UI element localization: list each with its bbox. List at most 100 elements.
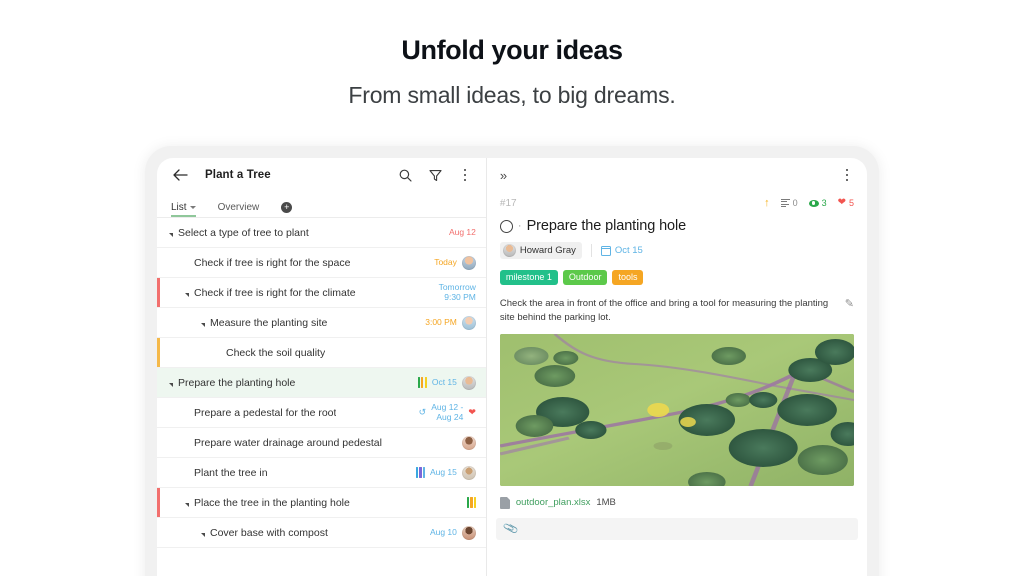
comment-lines-icon [780, 198, 790, 208]
detail-more-options-icon[interactable] [840, 168, 854, 183]
table-row[interactable]: Cover base with compost Aug 10 [157, 518, 486, 548]
task-title[interactable]: Prepare the planting hole [527, 218, 687, 234]
calendar-icon [600, 245, 612, 256]
table-row[interactable]: Plant the tree in Aug 15 [157, 458, 486, 488]
list-header-actions [398, 168, 472, 183]
task-id: #17 [499, 197, 517, 209]
task-row-label: Plant the tree in [194, 466, 268, 479]
back-icon[interactable] [171, 166, 189, 184]
task-row-date: Aug 10 [429, 526, 457, 537]
table-row[interactable]: Prepare a pedestal for the root ↺ Aug 12 -… [157, 398, 486, 428]
watchers-counter[interactable]: 3 [808, 198, 827, 208]
table-row[interactable]: Check if tree is right for the climate To… [157, 278, 486, 308]
tab-overview-label: Overview [217, 202, 260, 213]
tab-list[interactable]: List [171, 202, 196, 217]
task-row-label: Prepare a pedestal for the root [194, 406, 337, 419]
tab-list-label: List [171, 202, 187, 213]
task-row-meta: Oct 15 [417, 375, 476, 390]
likes-counter[interactable]: ❤ 5 [838, 198, 854, 209]
task-row-label: Check if tree is right for the climate [194, 286, 356, 299]
avatar [461, 525, 476, 540]
collapse-triangle-icon[interactable] [169, 382, 173, 387]
table-row[interactable]: Select a type of tree to plant Aug 12 [157, 218, 486, 248]
task-description-row: Check the area in front of the office an… [487, 285, 867, 325]
project-title: Plant a Tree [205, 169, 271, 181]
attachment-file-row[interactable]: outdoor_plan.xlsx 1MB [487, 486, 867, 509]
paperclip-icon[interactable]: 📎 [502, 520, 519, 537]
task-row-meta: Tomorrow 9:30 PM [438, 281, 476, 303]
assignee-chip[interactable]: Howard Gray [499, 242, 582, 259]
collapse-triangle-icon[interactable] [201, 532, 205, 537]
collapse-panel-icon[interactable]: » [500, 169, 507, 182]
collapse-triangle-icon[interactable] [201, 322, 205, 327]
priority-indicator[interactable]: ↑ [764, 197, 770, 209]
task-attachment-photo[interactable] [499, 333, 854, 486]
title-separator: · [517, 220, 522, 232]
divider [590, 244, 592, 257]
attachment-file-name[interactable]: outdoor_plan.xlsx [516, 497, 590, 508]
due-date-chip[interactable]: Oct 15 [600, 245, 643, 256]
task-row-date: Aug 15 [429, 466, 457, 477]
table-row[interactable]: Measure the planting site 3:00 PM [157, 308, 486, 338]
tablet-frame: Plant a Tree List Overview + Select a ty… [145, 146, 879, 576]
task-row-label: Check the soil quality [226, 346, 326, 359]
aerial-park-photo [499, 333, 854, 486]
task-tag[interactable]: milestone 1 [499, 270, 558, 285]
task-row-date: Oct 15 [431, 376, 457, 387]
hero-section: Unfold your ideas From small ideas, to b… [0, 0, 1024, 109]
task-row-meta [466, 497, 476, 508]
task-detail-pane: » #17 ↑ 0 3 ❤ 5 · Prepare the planting h… [486, 158, 867, 576]
more-options-icon[interactable] [458, 168, 472, 183]
task-row-label: Select a type of tree to plant [178, 226, 309, 239]
collapse-triangle-icon[interactable] [185, 502, 189, 507]
list-header: Plant a Tree [157, 158, 486, 192]
filter-icon[interactable] [428, 168, 443, 183]
task-row-date: Tomorrow 9:30 PM [438, 281, 476, 302]
table-row[interactable]: Check if tree is right for the space Toda… [157, 248, 486, 278]
progress-bars-icon [417, 377, 427, 388]
task-row-meta: 3:00 PM [425, 315, 476, 330]
assignee-name: Howard Gray [519, 245, 576, 256]
table-row[interactable]: Check the soil quality [157, 338, 486, 368]
edit-icon[interactable]: ✎ [845, 297, 854, 325]
avatar [461, 255, 476, 270]
page-root: Unfold your ideas From small ideas, to b… [0, 0, 1024, 576]
status-edge-marker [157, 338, 160, 367]
task-row-meta: Aug 15 [416, 465, 476, 480]
search-icon[interactable] [398, 168, 413, 183]
table-row[interactable]: Prepare water drainage around pedestal [157, 428, 486, 458]
due-date: Oct 15 [614, 245, 643, 256]
task-tag[interactable]: Outdoor [562, 270, 608, 285]
comment-input[interactable]: 📎 [495, 517, 858, 540]
table-row[interactable]: Place the tree in the planting hole [157, 488, 486, 518]
progress-bars-icon [416, 467, 425, 478]
collapse-triangle-icon[interactable] [185, 292, 189, 297]
task-row-label: Prepare the planting hole [178, 376, 296, 389]
detail-meta-row: #17 ↑ 0 3 ❤ 5 [487, 192, 867, 214]
avatar [461, 435, 476, 450]
task-row-meta: Today [434, 255, 476, 270]
task-row-label: Check if tree is right for the space [194, 256, 351, 269]
recurring-icon: ↺ [418, 407, 427, 417]
tab-overview[interactable]: Overview [218, 202, 260, 217]
task-row-label: Measure the planting site [210, 316, 328, 329]
task-row-label: Prepare water drainage around pedestal [194, 436, 382, 449]
detail-header: » [487, 158, 867, 192]
add-view-icon[interactable]: + [281, 202, 293, 213]
collapse-triangle-icon[interactable] [169, 232, 173, 237]
task-description: Check the area in front of the office an… [499, 298, 829, 323]
eye-icon [808, 199, 819, 207]
task-rows: Select a type of tree to plant Aug 12 Chec… [157, 218, 486, 576]
comments-counter[interactable]: 0 [780, 198, 798, 208]
tablet-screen: Plant a Tree List Overview + Select a ty… [157, 158, 867, 576]
comments-count: 0 [792, 198, 798, 208]
status-edge-marker [157, 488, 160, 517]
avatar [502, 244, 516, 257]
task-tag[interactable]: tools [612, 270, 644, 285]
task-list-pane: Plant a Tree List Overview + Select a ty… [157, 158, 487, 576]
meta-counters: ↑ 0 3 ❤ 5 [764, 197, 854, 209]
task-complete-checkbox[interactable] [499, 219, 513, 233]
detail-title-row: · Prepare the planting hole [487, 214, 867, 234]
avatar [461, 375, 476, 390]
table-row[interactable]: Prepare the planting hole Oct 15 [157, 368, 486, 398]
